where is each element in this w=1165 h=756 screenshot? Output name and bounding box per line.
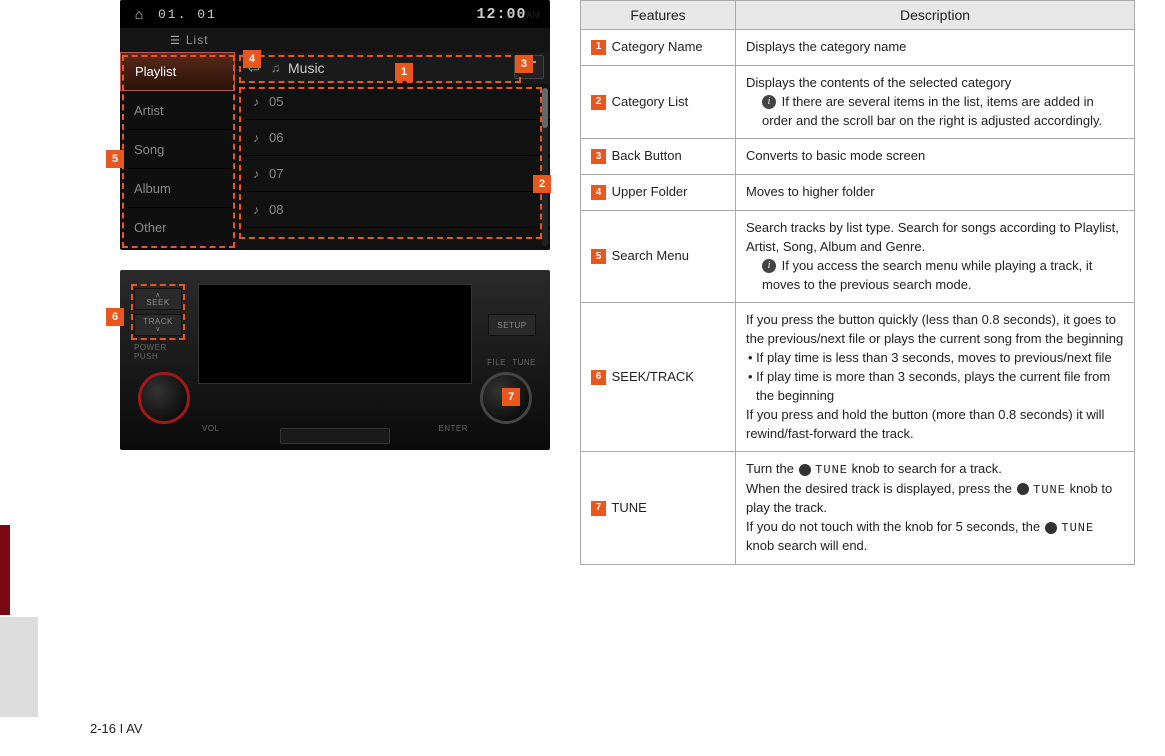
music-note-icon: ♫: [271, 61, 280, 75]
hardware-panel-screenshot: ∧SEEK TRACK∨ SETUP POWER PUSH FILE TUNE …: [120, 270, 550, 450]
track-item[interactable]: ♪07: [235, 156, 550, 192]
callout-1: 1: [395, 63, 413, 81]
search-menu: Playlist Artist Song Album Other: [120, 52, 235, 250]
hw-vol-label: VOL: [202, 424, 220, 433]
knob-icon: [1017, 483, 1029, 495]
track-item[interactable]: ♪06: [235, 120, 550, 156]
hw-vol-knob[interactable]: [138, 372, 190, 424]
table-row: 3 Back Button Converts to basic mode scr…: [581, 139, 1135, 175]
knob-icon: [799, 464, 811, 476]
time-display: 12:00AM: [476, 6, 540, 23]
side-grey-tab: [0, 617, 38, 717]
features-table: Features Description 1 Category Name Dis…: [580, 0, 1135, 565]
hw-seek-button[interactable]: ∧SEEK: [134, 288, 182, 310]
menu-artist[interactable]: Artist: [120, 91, 235, 130]
list-icon: ☰: [170, 34, 180, 47]
callout-2: 2: [533, 175, 551, 193]
hw-slot: [280, 428, 390, 444]
callout-7: 7: [502, 388, 520, 406]
list-screen-screenshot: ⌂ 01. 01 12:00AM ☰ List Playlist Artist …: [120, 0, 550, 250]
category-header: ⏎ ♫ Music: [235, 52, 550, 84]
hw-enter-label: ENTER: [438, 424, 468, 433]
table-row: 7 TUNE Turn the TUNE knob to search for …: [581, 452, 1135, 565]
category-name: Music: [288, 60, 325, 76]
home-icon: ⌂: [130, 5, 148, 23]
table-row: 2 Category List Displays the contents of…: [581, 65, 1135, 139]
hw-power-label: POWER PUSH: [134, 344, 182, 362]
hw-setup-button[interactable]: SETUP: [488, 314, 536, 336]
table-row: 5 Search Menu Search tracks by list type…: [581, 211, 1135, 303]
hw-tune-label: TUNE: [512, 358, 536, 367]
track-item[interactable]: ♪08: [235, 192, 550, 228]
hw-track-button[interactable]: TRACK∨: [134, 314, 182, 336]
th-description: Description: [736, 1, 1135, 30]
callout-5: 5: [106, 150, 124, 168]
callout-3: 3: [515, 55, 533, 73]
list-label: List: [186, 33, 209, 47]
menu-album[interactable]: Album: [120, 169, 235, 208]
menu-song[interactable]: Song: [120, 130, 235, 169]
callout-6: 6: [106, 308, 124, 326]
date-display: 01. 01: [158, 7, 466, 22]
page-footer: 2-16 I AV: [90, 721, 143, 736]
menu-playlist[interactable]: Playlist: [120, 52, 235, 91]
side-red-tab: [0, 525, 10, 615]
knob-icon: [1045, 522, 1057, 534]
callout-4: 4: [243, 50, 261, 68]
th-features: Features: [581, 1, 736, 30]
table-row: 6 SEEK/TRACK If you press the button qui…: [581, 303, 1135, 452]
hw-file-label: FILE: [487, 358, 506, 367]
scrollbar[interactable]: [542, 88, 548, 246]
hw-display: [198, 284, 472, 384]
menu-other[interactable]: Other: [120, 208, 235, 247]
track-item[interactable]: ♪05: [235, 84, 550, 120]
table-row: 4 Upper Folder Moves to higher folder: [581, 175, 1135, 211]
table-row: 1 Category Name Displays the category na…: [581, 30, 1135, 66]
